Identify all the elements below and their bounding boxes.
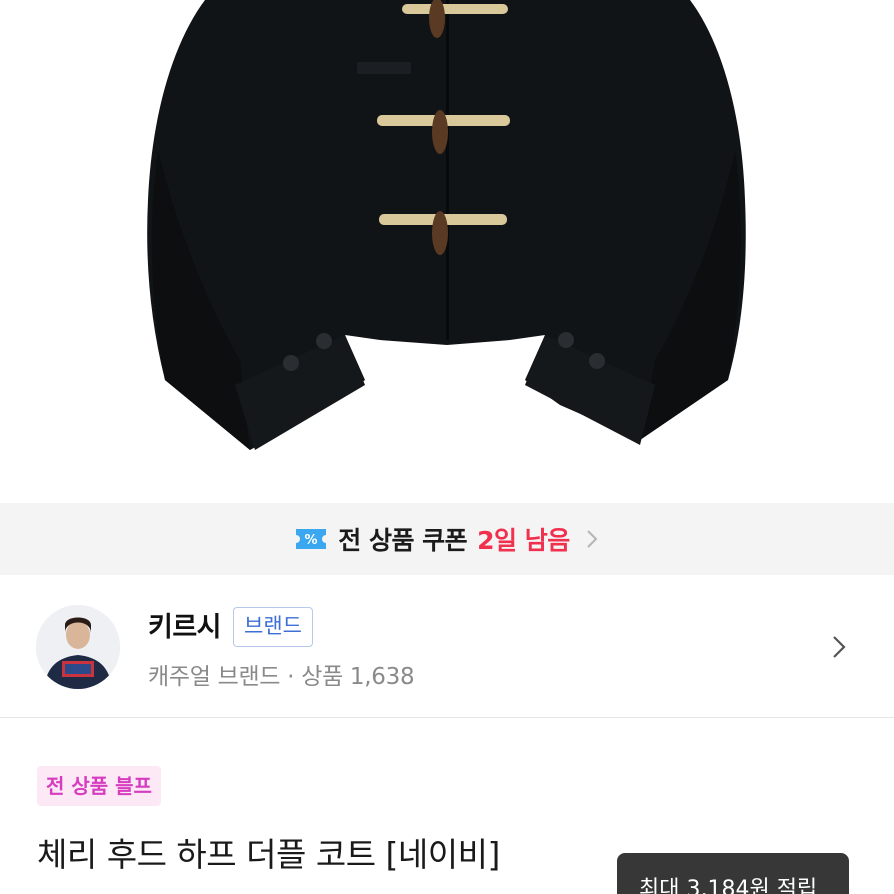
duffle-coat-illustration <box>147 0 746 450</box>
brand-meta: 캐주얼 브랜드 · 상품 1,638 <box>148 664 415 690</box>
coupon-days-left: 2일 남음 <box>477 526 570 555</box>
product-image[interactable] <box>0 0 894 503</box>
svg-text:%: % <box>305 533 318 548</box>
promo-tag: 전 상품 블프 <box>37 766 161 806</box>
coupon-ticket-icon: % <box>294 526 328 552</box>
brand-name[interactable]: 키르시 <box>148 605 222 644</box>
chevron-right-icon[interactable] <box>830 633 848 661</box>
coupon-banner[interactable]: % 전 상품 쿠폰 2일 남음 <box>0 503 894 575</box>
coupon-label: 전 상품 쿠폰 <box>338 526 468 555</box>
brand-avatar[interactable] <box>36 605 120 689</box>
chevron-right-icon <box>584 527 600 551</box>
brand-badge: 브랜드 <box>233 607 313 647</box>
reward-tooltip[interactable]: 최대 3,184원 적립 <box>617 853 849 894</box>
product-title: 체리 후드 하프 더플 코트 [네이비] <box>37 835 500 874</box>
brand-row[interactable]: 키르시 브랜드 캐주얼 브랜드 · 상품 1,638 <box>0 575 894 718</box>
